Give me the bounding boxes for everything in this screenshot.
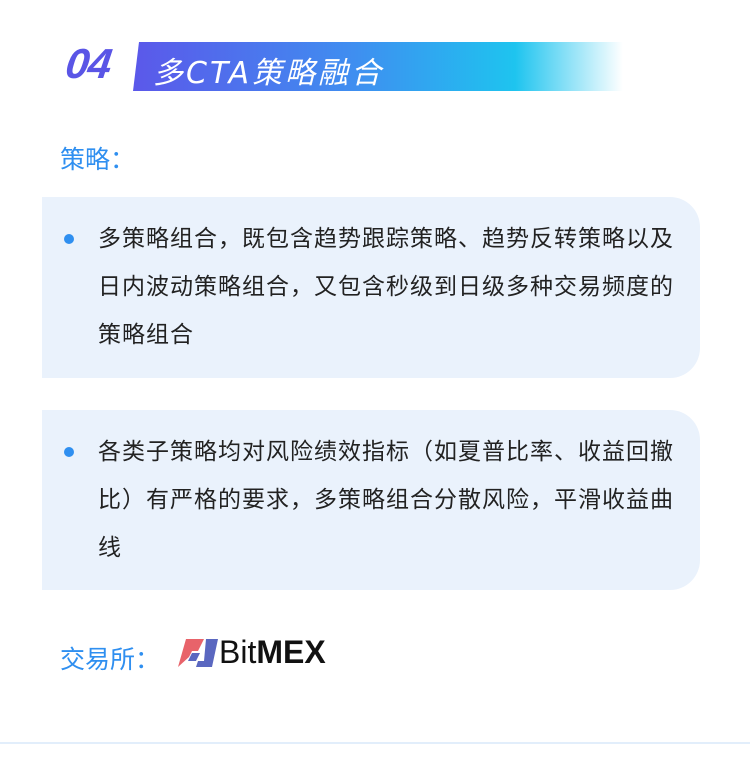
exchange-name-light: Bit <box>219 634 257 670</box>
exchange-name-bold: MEX <box>256 634 326 670</box>
strategy-label: 策略： <box>60 145 136 174</box>
strategy-card: 多策略组合，既包含趋势跟踪策略、趋势反转策略以及日内波动策略组合，又包含秒级到日… <box>42 197 700 378</box>
strategy-text: 各类子策略均对风险绩效指标（如夏普比率、收益回撤比）有严格的要求，多策略组合分散… <box>98 439 674 561</box>
exchange-name: BitMEX <box>219 634 326 671</box>
bitmex-logo-icon <box>178 639 218 667</box>
bullet-icon <box>64 234 74 244</box>
exchange-label: 交易所： <box>60 645 161 674</box>
strategy-card: 各类子策略均对风险绩效指标（如夏普比率、收益回撤比）有严格的要求，多策略组合分散… <box>42 410 700 590</box>
bullet-icon <box>64 447 74 457</box>
section-title-banner: 多CTA策略融合 <box>133 42 623 91</box>
section-title: 多CTA策略融合 <box>153 56 385 91</box>
divider <box>0 742 750 744</box>
section-number: 04 <box>62 40 115 87</box>
strategy-text: 多策略组合，既包含趋势跟踪策略、趋势反转策略以及日内波动策略组合，又包含秒级到日… <box>98 226 674 348</box>
